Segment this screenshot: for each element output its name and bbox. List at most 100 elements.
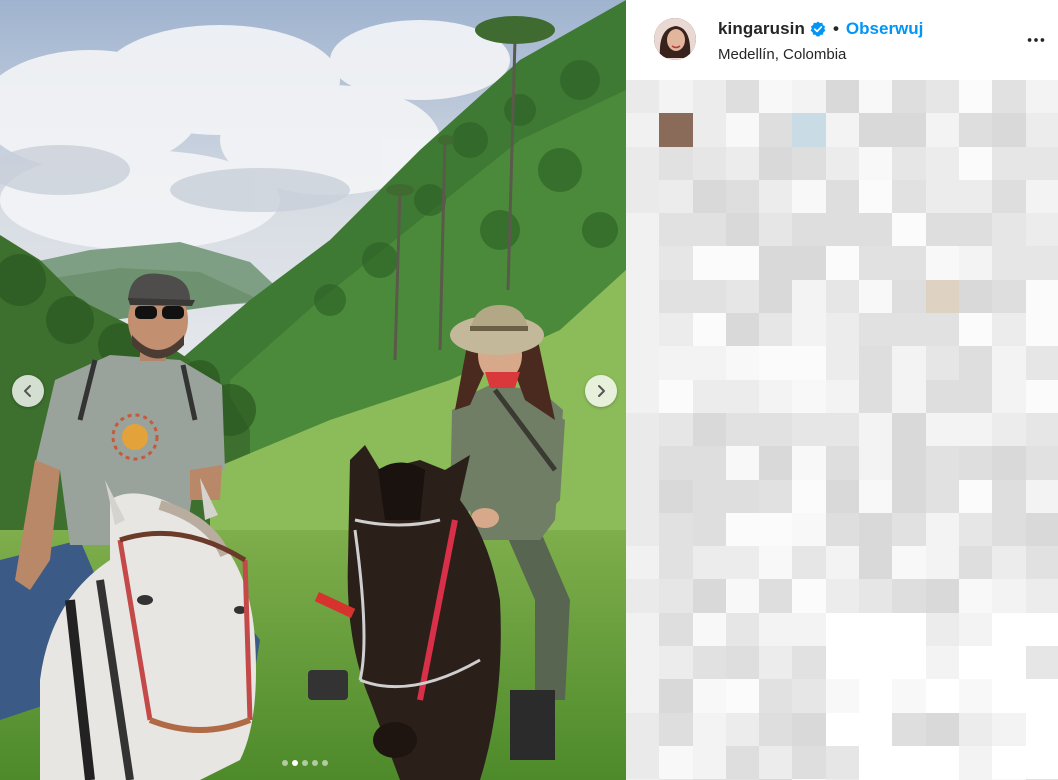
mosaic-cell <box>792 313 826 347</box>
mosaic-cell <box>659 579 693 613</box>
mosaic-cell <box>626 612 660 647</box>
mosaic-cell <box>725 379 760 413</box>
mosaic-cell <box>792 646 826 680</box>
mosaic-cell <box>925 579 959 613</box>
mosaic-cell <box>1025 446 1058 480</box>
mosaic-cell <box>825 446 860 480</box>
mosaic-cell <box>992 579 1026 613</box>
mosaic-cell <box>792 579 826 613</box>
mosaic-cell <box>859 80 893 114</box>
mosaic-cell <box>958 379 993 413</box>
mosaic-cell <box>925 546 959 580</box>
mosaic-cell <box>1025 113 1058 147</box>
mosaic-cell <box>692 745 726 780</box>
mosaic-cell <box>925 679 959 713</box>
mosaic-cell <box>958 512 993 547</box>
mosaic-cell <box>792 346 826 380</box>
mosaic-cell <box>892 512 926 547</box>
mosaic-cell <box>825 179 860 214</box>
mosaic-cell <box>859 512 893 547</box>
mosaic-cell <box>892 612 926 647</box>
mosaic-cell <box>925 313 959 347</box>
mosaic-cell <box>626 712 660 746</box>
mosaic-cell <box>659 745 693 780</box>
mosaic-cell <box>759 346 793 380</box>
more-options-button[interactable] <box>1022 26 1050 54</box>
mosaic-cell <box>859 346 893 380</box>
follow-button[interactable]: Obserwuj <box>846 19 923 39</box>
mosaic-cell <box>759 246 793 280</box>
mosaic-cell <box>692 279 726 314</box>
mosaic-cell <box>759 446 793 480</box>
mosaic-cell <box>992 679 1026 713</box>
mosaic-cell <box>725 679 760 713</box>
mosaic-cell <box>925 712 959 746</box>
mosaic-cell <box>692 612 726 647</box>
mosaic-cell <box>659 379 693 413</box>
carousel-dot <box>302 760 308 766</box>
mosaic-cell <box>892 346 926 380</box>
mosaic-cell <box>992 412 1026 447</box>
mosaic-cell <box>958 479 993 513</box>
post-photo[interactable] <box>0 0 626 780</box>
mosaic-cell <box>925 479 959 513</box>
mosaic-cell <box>825 479 860 513</box>
mosaic-cell <box>859 679 893 713</box>
mosaic-cell <box>992 512 1026 547</box>
mosaic-cell <box>725 113 760 147</box>
mosaic-cell <box>992 646 1026 680</box>
chevron-left-icon <box>24 385 31 397</box>
mosaic-cell <box>925 646 959 680</box>
carousel-prev-button[interactable] <box>12 375 44 407</box>
mosaic-cell <box>759 379 793 413</box>
mosaic-cell <box>992 479 1026 513</box>
carousel-dot <box>312 760 318 766</box>
mosaic-cell <box>825 745 860 780</box>
mosaic-cell <box>925 379 959 413</box>
mosaic-cell <box>626 246 660 280</box>
mosaic-cell <box>692 346 726 380</box>
mosaic-cell <box>659 446 693 480</box>
mosaic-cell <box>626 146 660 180</box>
mosaic-cell <box>859 179 893 214</box>
mosaic-cell <box>925 279 959 314</box>
username[interactable]: kingarusin <box>718 19 805 39</box>
mosaic-cell <box>725 146 760 180</box>
mosaic-cell <box>725 712 760 746</box>
mosaic-cell <box>892 113 926 147</box>
pixelation-grid <box>626 80 1058 780</box>
mosaic-cell <box>958 80 993 114</box>
post-image <box>0 0 626 780</box>
mosaic-cell <box>1025 80 1058 114</box>
mosaic-cell <box>692 479 726 513</box>
mosaic-cell <box>992 246 1026 280</box>
post-location[interactable]: Medellín, Colombia <box>718 46 846 63</box>
mosaic-cell <box>958 279 993 314</box>
mosaic-cell <box>892 479 926 513</box>
separator-dot: • <box>832 19 839 38</box>
mosaic-cell <box>626 279 660 314</box>
mosaic-cell <box>1025 745 1058 780</box>
mosaic-cell <box>825 579 860 613</box>
mosaic-cell <box>792 546 826 580</box>
mosaic-cell <box>958 113 993 147</box>
avatar-image <box>654 18 696 60</box>
mosaic-cell <box>725 546 760 580</box>
mosaic-cell <box>1025 612 1058 647</box>
mosaic-cell <box>958 346 993 380</box>
carousel-next-button[interactable] <box>585 375 617 407</box>
mosaic-cell <box>925 346 959 380</box>
mosaic-cell <box>725 346 760 380</box>
mosaic-cell <box>792 113 826 147</box>
mosaic-cell <box>825 279 860 314</box>
mosaic-cell <box>659 412 693 447</box>
avatar[interactable] <box>654 18 696 60</box>
mosaic-cell <box>759 646 793 680</box>
mosaic-cell <box>626 80 660 114</box>
mosaic-cell <box>1025 379 1058 413</box>
mosaic-cell <box>992 113 1026 147</box>
mosaic-cell <box>725 80 760 114</box>
mosaic-cell <box>792 179 826 214</box>
mosaic-cell <box>1025 313 1058 347</box>
more-horizontal-icon <box>1027 38 1045 42</box>
